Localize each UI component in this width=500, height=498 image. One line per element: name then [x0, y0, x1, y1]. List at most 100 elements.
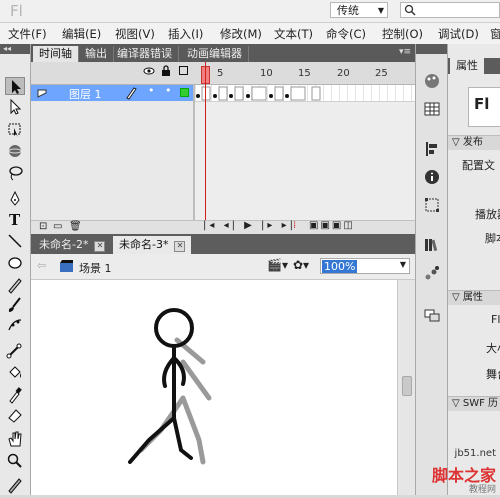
section-properties[interactable]: ▽ 属性	[448, 290, 500, 305]
document-tab-bar: 未命名-2* ✕ 未命名-3* ✕	[31, 234, 415, 254]
stroke-color-icon[interactable]	[5, 476, 25, 494]
menu-window[interactable]: 窗	[490, 26, 500, 42]
panel-collapse-handle[interactable]: ◂◂	[0, 44, 30, 54]
edit-bar: ⇦ 场景 1 🎬▾ ✿▾ 100% ▼	[31, 254, 415, 280]
panel-tab-bar: 时间轴 输出 编译器错误 动画编辑器 ▾≡	[31, 44, 415, 62]
lock-icon[interactable]	[161, 65, 171, 76]
deco-tool-icon[interactable]	[5, 316, 25, 334]
layers-area	[31, 102, 193, 220]
section-swf-history[interactable]: ▽ SWF 历	[448, 396, 500, 411]
info-icon[interactable]	[422, 168, 442, 186]
chevron-down-icon: ▼	[377, 6, 384, 15]
menu-commands[interactable]: 命令(C)	[326, 26, 366, 42]
stage-label: 舞台	[486, 368, 500, 381]
bone-tool-icon[interactable]	[5, 342, 25, 360]
pencil-tool-icon[interactable]	[5, 276, 25, 294]
panel-menu-icon[interactable]: ▾≡	[399, 47, 411, 57]
scene-label: 场景 1	[79, 262, 112, 275]
section-publish[interactable]: ▽ 发布	[448, 135, 500, 150]
playback-controls[interactable]: |◂ ◂| ▶ |▸ ▸|	[203, 220, 296, 231]
workspace-select[interactable]: 传统 ▼	[330, 2, 388, 18]
watermark: jb51.net 脚本之家 教程网	[413, 446, 500, 495]
back-arrow-icon[interactable]: ⇦	[37, 259, 46, 272]
outline-toggle-icon[interactable]	[179, 66, 188, 75]
panel-icon-dock	[415, 44, 447, 495]
frames-area	[195, 102, 415, 220]
timeline-panel: 时间轴 输出 编译器错误 动画编辑器 ▾≡ 5 10 15 20 25 图层 1…	[31, 44, 415, 235]
center-frame-icon[interactable]: ⁞	[293, 220, 296, 231]
transform-icon[interactable]	[422, 196, 442, 214]
close-icon[interactable]: ✕	[174, 241, 186, 252]
zoom-tool-icon[interactable]	[5, 452, 25, 470]
scrollbar-thumb[interactable]	[402, 376, 412, 396]
text-tool-icon[interactable]: T	[5, 210, 25, 229]
doc-tab-untitled-2[interactable]: 未命名-2* ✕	[33, 236, 111, 254]
oval-tool-icon[interactable]	[5, 254, 25, 272]
workspace-value: 传统	[337, 4, 359, 17]
free-transform-tool-icon[interactable]	[5, 120, 25, 138]
timeline-footer: ⊡ ▭ 🗑 |◂ ◂| ▶ |▸ ▸| ⁞ ▣▣▣◫	[31, 220, 415, 235]
edit-scene-icon[interactable]: 🎬▾	[267, 258, 288, 272]
frame-strip[interactable]	[195, 85, 415, 102]
swatches-icon[interactable]	[422, 100, 442, 118]
delete-layer-icon[interactable]: 🗑	[69, 221, 82, 232]
menu-control[interactable]: 控制(O)	[382, 26, 423, 42]
new-folder-icon[interactable]: ▭	[53, 221, 62, 232]
script-label: 脚本	[485, 232, 500, 245]
stage-canvas[interactable]	[31, 280, 397, 495]
eyedropper-tool-icon[interactable]	[5, 386, 25, 404]
selection-tool-icon[interactable]	[5, 77, 25, 95]
subselection-tool-icon[interactable]	[5, 98, 25, 116]
components-icon[interactable]	[422, 306, 442, 324]
menu-debug[interactable]: 调试(D)	[438, 26, 479, 42]
paint-bucket-tool-icon[interactable]	[5, 364, 25, 382]
align-icon[interactable]	[422, 140, 442, 158]
pencil-icon	[126, 87, 137, 100]
search-input[interactable]	[400, 2, 500, 18]
new-layer-icon[interactable]: ⊡	[39, 221, 47, 232]
eye-icon[interactable]	[143, 66, 155, 76]
tab-properties[interactable]: 属性	[450, 58, 484, 74]
pen-tool-icon[interactable]	[5, 190, 25, 208]
tab-output[interactable]: 输出	[79, 46, 114, 62]
tab-compiler-errors[interactable]: 编译器错误	[111, 46, 179, 62]
tab-timeline[interactable]: 时间轴	[33, 46, 79, 62]
edit-symbols-icon[interactable]: ✿▾	[293, 258, 309, 272]
doc-tab-untitled-3[interactable]: 未命名-3* ✕	[113, 236, 192, 254]
3d-rotation-tool-icon[interactable]	[5, 142, 25, 160]
menu-edit[interactable]: 编辑(E)	[62, 26, 101, 42]
menu-file[interactable]: 文件(F)	[8, 26, 47, 42]
onion-skin-icon[interactable]: ▣▣▣◫	[309, 220, 355, 231]
color-palette-icon[interactable]	[422, 72, 442, 90]
chevron-down-icon: ▼	[399, 260, 406, 269]
section-title: SWF 历	[462, 398, 499, 409]
menu-modify[interactable]: 修改(M)	[220, 26, 262, 42]
library-icon[interactable]	[422, 236, 442, 254]
svg-text:T: T	[9, 211, 21, 228]
tab-motion-editor[interactable]: 动画编辑器	[181, 46, 249, 62]
watermark-sub: 教程网	[468, 485, 496, 495]
frame-number: 10	[260, 68, 273, 79]
menu-insert[interactable]: 插入(I)	[168, 26, 203, 42]
line-tool-icon[interactable]	[5, 232, 25, 250]
properties-panel: 属性 Fl ▽ 发布 配置文 播放器 脚本 ▽ 属性 Fl 大小 舞台 ▽ SW…	[447, 44, 500, 495]
frame-number: 20	[337, 68, 350, 79]
motion-presets-icon[interactable]	[422, 264, 442, 282]
close-icon[interactable]: ✕	[94, 241, 106, 252]
layer-icon	[37, 89, 47, 98]
eraser-tool-icon[interactable]	[5, 406, 25, 424]
lasso-tool-icon[interactable]	[5, 164, 25, 182]
brush-tool-icon[interactable]	[5, 296, 25, 314]
lock-dot[interactable]: •	[165, 84, 172, 97]
search-icon	[404, 4, 416, 16]
menu-text[interactable]: 文本(T)	[274, 26, 313, 42]
playhead-line	[205, 62, 206, 234]
menu-view[interactable]: 视图(V)	[115, 26, 155, 42]
zoom-select[interactable]: 100% ▼	[320, 258, 410, 274]
hand-tool-icon[interactable]	[5, 430, 25, 448]
visibility-dot[interactable]: •	[148, 84, 155, 97]
layer-row[interactable]: 图层 1 • •	[31, 84, 193, 101]
layer-color-swatch[interactable]	[180, 88, 189, 97]
panel-collapse-handle[interactable]	[416, 44, 447, 54]
frame-number: 15	[298, 68, 311, 79]
